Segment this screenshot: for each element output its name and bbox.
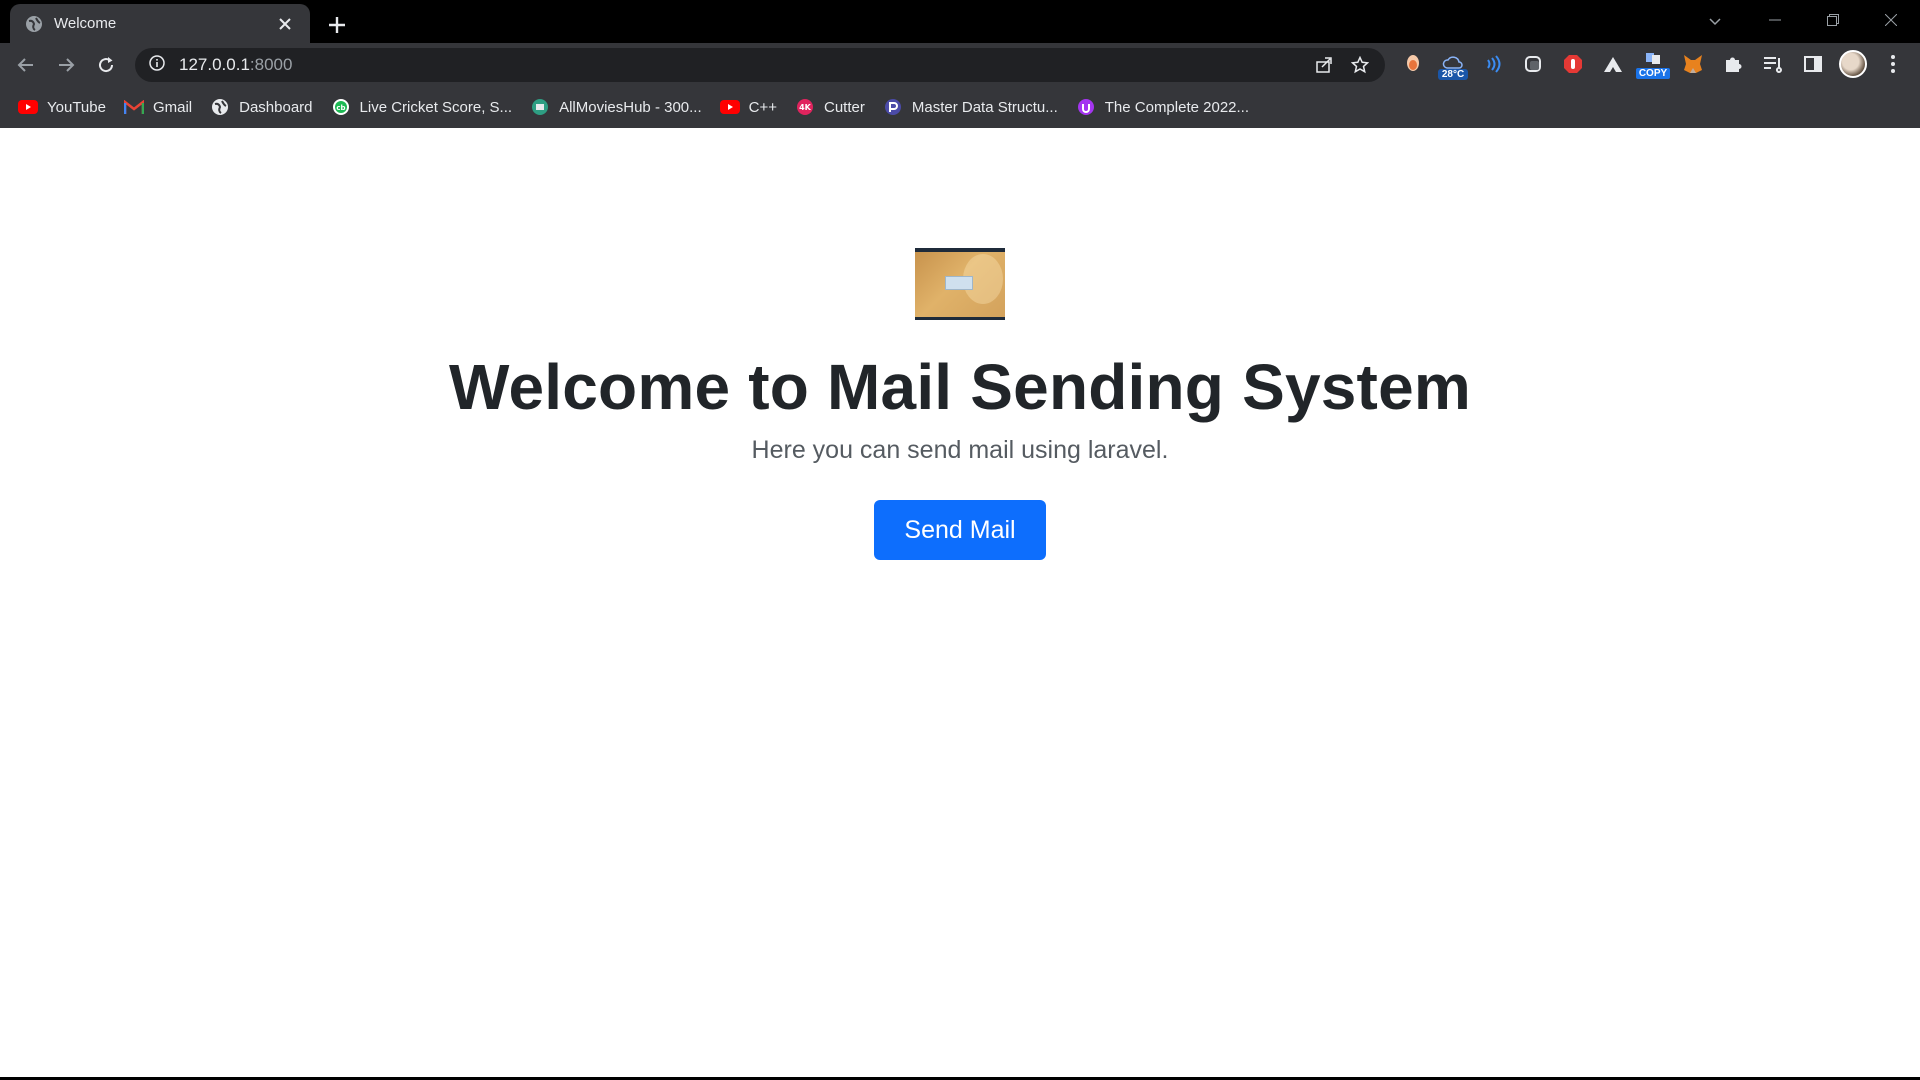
profile-icon <box>1839 50 1867 78</box>
url-host: 127.0.0.1 <box>179 55 250 74</box>
bookmark-label: AllMoviesHub - 300... <box>559 98 702 116</box>
back-arrow-icon[interactable] <box>6 45 46 85</box>
bookmark-master-dsa[interactable]: Master Data Structu... <box>881 92 1068 122</box>
menu-icon[interactable] <box>1876 47 1910 81</box>
bookmark-label: YouTube <box>47 98 106 116</box>
share-icon[interactable] <box>1311 52 1337 78</box>
avatar[interactable] <box>1836 47 1870 81</box>
4k-icon: 4K <box>795 97 815 117</box>
restore-icon[interactable] <box>1804 0 1862 40</box>
chevron-down-icon[interactable] <box>1700 6 1730 36</box>
page-subtitle: Here you can send mail using laravel. <box>751 436 1169 464</box>
course-icon <box>883 97 903 117</box>
envelope-icon <box>945 276 973 290</box>
bookmark-complete-2022[interactable]: The Complete 2022... <box>1074 92 1259 122</box>
bookmark-label: Master Data Structu... <box>911 98 1058 116</box>
side-panel-icon[interactable] <box>1796 47 1830 81</box>
bookmarks-bar: YouTube Gmail Dashboard cb Live Cricket … <box>0 86 1920 128</box>
url-text: 127.0.0.1:8000 <box>179 55 292 75</box>
url-port: :8000 <box>249 55 293 74</box>
close-icon[interactable] <box>274 13 296 35</box>
udemy-icon <box>1076 97 1096 117</box>
extensions-area: 28°C COPY <box>1396 47 1910 81</box>
globe-icon <box>210 97 230 117</box>
bookmark-gmail[interactable]: Gmail <box>122 92 202 122</box>
svg-text:cb: cb <box>336 104 345 112</box>
star-icon[interactable] <box>1347 52 1373 78</box>
forward-arrow-icon[interactable] <box>46 45 86 85</box>
bookmark-cpp[interactable]: C++ <box>718 92 787 122</box>
globe-icon <box>24 14 44 34</box>
puzzle-icon[interactable] <box>1716 47 1750 81</box>
cricbuzz-icon: cb <box>331 97 351 117</box>
bookmark-label: C++ <box>748 98 777 116</box>
bookmark-live-cricket[interactable]: cb Live Cricket Score, S... <box>329 92 523 122</box>
bookmark-dashboard[interactable]: Dashboard <box>208 92 322 122</box>
window-close-icon[interactable] <box>1862 0 1920 40</box>
bookmark-label: Cutter <box>824 98 865 116</box>
copy-label: COPY <box>1636 68 1670 79</box>
mail-envelope-image <box>915 248 1005 320</box>
movies-icon <box>530 97 550 117</box>
bookmark-label: Dashboard <box>239 98 313 116</box>
gmail-icon <box>123 97 144 117</box>
copy-extension-icon[interactable]: COPY <box>1636 47 1670 81</box>
bookmark-allmovieshub[interactable]: AllMoviesHub - 300... <box>528 92 712 122</box>
metamask-fox-icon[interactable] <box>1676 47 1710 81</box>
weather-temp: 28°C <box>1438 69 1468 80</box>
mountain-icon[interactable] <box>1596 47 1630 81</box>
bookmark-youtube[interactable]: YouTube <box>16 92 116 122</box>
send-mail-button[interactable]: Send Mail <box>874 500 1046 560</box>
bookmark-label: The Complete 2022... <box>1104 98 1250 116</box>
reload-icon[interactable] <box>86 45 126 85</box>
window-controls <box>1746 0 1920 40</box>
reading-list-icon[interactable] <box>1756 47 1790 81</box>
youtube-icon <box>719 97 740 117</box>
weather-icon[interactable]: 28°C <box>1436 47 1470 81</box>
info-icon[interactable] <box>149 54 165 76</box>
tab-strip: Welcome <box>0 0 1920 43</box>
tab-title: Welcome <box>54 15 117 32</box>
tab-switch-icon[interactable] <box>1516 47 1550 81</box>
address-bar[interactable]: 127.0.0.1:8000 <box>135 48 1385 82</box>
read-aloud-icon[interactable] <box>1476 47 1510 81</box>
bookmark-label: Gmail <box>152 98 193 116</box>
page-title: Welcome to Mail Sending System <box>449 351 1471 423</box>
browser-toolbar: 127.0.0.1:8000 28°C COPY <box>0 43 1920 86</box>
bookmark-label: Live Cricket Score, S... <box>359 98 513 116</box>
bulb-extension-icon[interactable] <box>1396 47 1430 81</box>
adblock-icon[interactable] <box>1556 47 1590 81</box>
tab-welcome[interactable]: Welcome <box>10 4 310 43</box>
page-content: Welcome to Mail Sending System Here you … <box>0 128 1920 1080</box>
bookmark-cutter[interactable]: 4K Cutter <box>793 92 875 122</box>
minimize-icon[interactable] <box>1746 0 1804 40</box>
youtube-icon <box>18 97 38 117</box>
svg-text:4K: 4K <box>799 103 812 112</box>
browser-chrome: Welcome 127.0.0.1:8000 28°C COPY YouTube… <box>0 0 1920 128</box>
new-tab-button[interactable] <box>322 10 352 40</box>
